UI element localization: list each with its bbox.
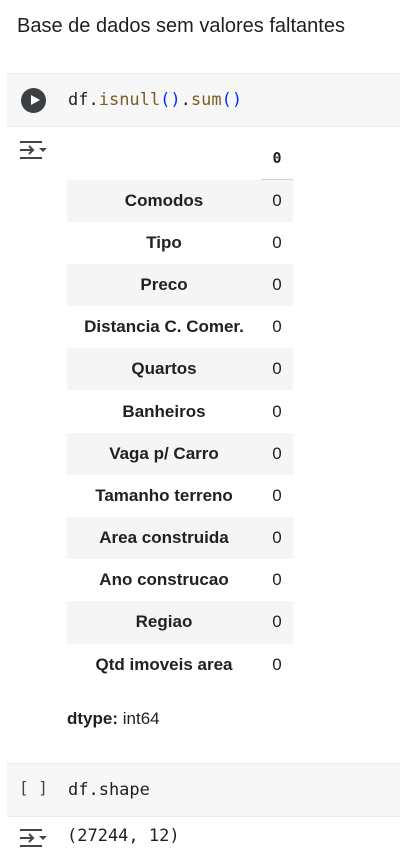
row-value: 0 xyxy=(272,654,282,674)
table-row: Qtd imoveis area 0 xyxy=(67,644,293,686)
table-row: Distancia C. Comer. 0 xyxy=(67,306,293,348)
row-label: Area construida xyxy=(99,528,229,548)
dtype-label: dtype: xyxy=(67,709,118,728)
code-token-object: df. xyxy=(68,90,99,110)
row-value: 0 xyxy=(272,401,282,421)
row-value: 0 xyxy=(272,485,282,505)
row-label: Regiao xyxy=(135,612,193,632)
table-row: Preco 0 xyxy=(67,263,293,307)
index-header xyxy=(67,137,261,180)
shape-output: (27244, 12) xyxy=(67,826,180,846)
run-cell-button[interactable] xyxy=(21,88,46,113)
row-value: 0 xyxy=(272,612,282,632)
table-row: Tamanho terreno 0 xyxy=(67,475,293,517)
code-token-paren: () xyxy=(221,90,243,110)
row-label: Tipo xyxy=(146,232,182,252)
code-cell-shape[interactable]: [ ] df.shape xyxy=(7,763,400,817)
output-expand-icon[interactable] xyxy=(18,139,48,161)
code-editor[interactable]: df.isnull().sum() xyxy=(68,88,242,112)
row-label: Qtd imoveis area xyxy=(95,654,233,674)
table-row: Area construida 0 xyxy=(67,517,293,560)
row-label: Preco xyxy=(140,274,188,294)
row-value: 0 xyxy=(272,190,282,210)
row-value: 0 xyxy=(272,274,282,294)
row-value: 0 xyxy=(272,359,282,379)
row-value: 0 xyxy=(272,317,282,337)
row-label: Tamanho terreno xyxy=(95,485,233,505)
code-token-dot: . xyxy=(180,90,191,110)
table-row: Regiao 0 xyxy=(67,601,293,644)
table-row: Banheiros 0 xyxy=(67,390,293,432)
dtype-line: dtype: int64 xyxy=(67,709,160,729)
row-value: 0 xyxy=(272,232,282,252)
row-label: Comodos xyxy=(124,190,204,210)
dtype-value: int64 xyxy=(122,709,160,728)
column-header: 0 xyxy=(261,137,293,180)
table-row: Vaga p/ Carro 0 xyxy=(67,432,293,475)
output-expand-icon[interactable] xyxy=(18,827,48,849)
code-editor[interactable]: df.shape xyxy=(68,778,150,802)
table-row: Tipo 0 xyxy=(67,222,293,264)
row-label: Banheiros xyxy=(122,401,206,421)
row-value: 0 xyxy=(272,570,282,590)
execution-count[interactable]: [ ] xyxy=(19,778,48,797)
code-token-function: isnull xyxy=(98,90,161,110)
code-cell-isnull[interactable]: df.isnull().sum() xyxy=(7,73,400,127)
row-label: Distancia C. Comer. xyxy=(84,317,244,337)
row-value: 0 xyxy=(272,528,282,548)
isnull-sum-table: 0 Comodos 0 Tipo 0 Preco 0 Distancia C. Com… xyxy=(67,137,293,686)
markdown-heading: Base de dados sem valores faltantes xyxy=(17,15,345,37)
table-row: Quartos 0 xyxy=(67,348,293,391)
row-label: Ano construcao xyxy=(99,570,229,590)
code-token-function: sum xyxy=(190,90,222,110)
row-label: Vaga p/ Carro xyxy=(109,443,219,463)
table-row: Ano construcao 0 xyxy=(67,559,293,601)
code-token-paren: () xyxy=(160,90,181,110)
row-label: Quartos xyxy=(131,359,197,379)
row-value: 0 xyxy=(272,443,282,463)
table-row: Comodos 0 xyxy=(67,179,293,222)
